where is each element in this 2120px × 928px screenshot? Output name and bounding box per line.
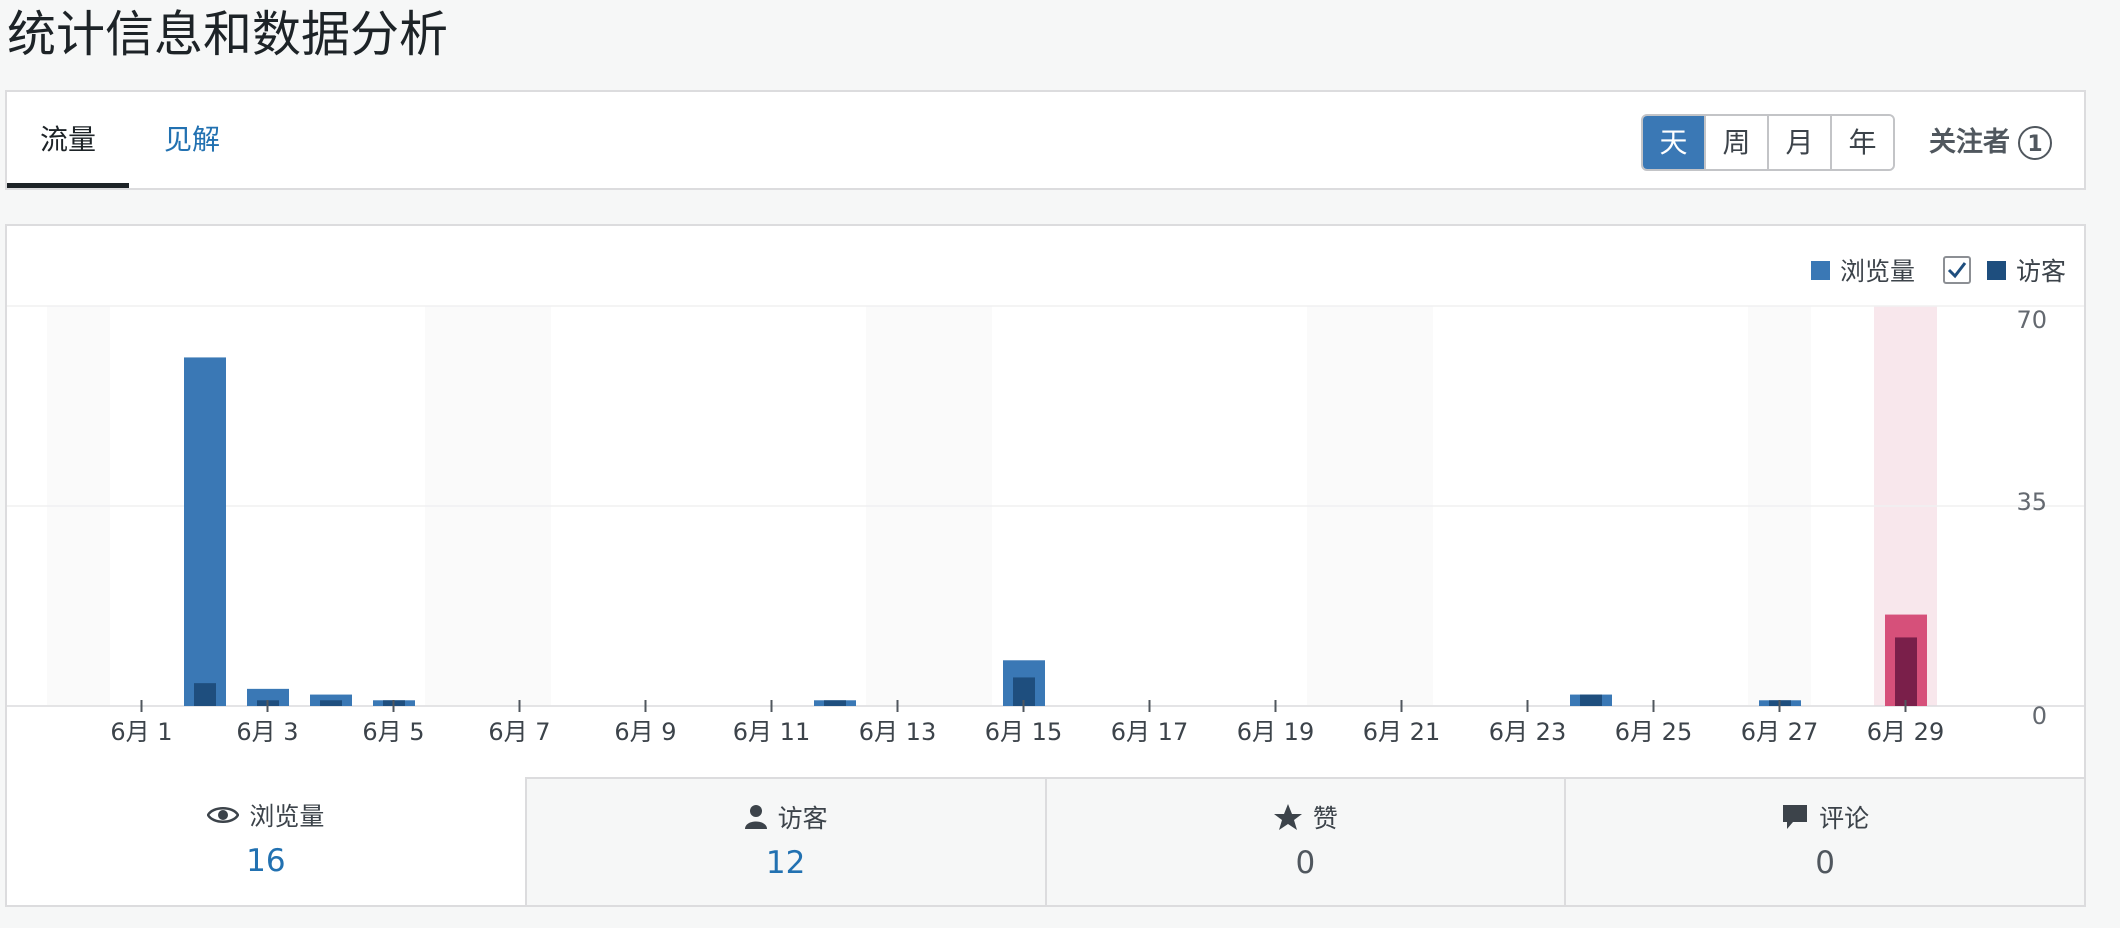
x-tick-label: 6月 3	[236, 718, 298, 746]
tile-likes-value: 0	[1295, 845, 1316, 881]
views-bar	[184, 357, 226, 706]
x-tick-label: 6月 15	[985, 718, 1062, 746]
x-tick-label: 6月 1	[110, 718, 172, 746]
tile-visitors[interactable]: 访客 12	[524, 777, 1045, 905]
period-selector: 天 周 月 年	[1641, 114, 1895, 171]
x-tick-label: 6月 7	[488, 718, 550, 746]
x-tick-label: 6月 11	[733, 718, 810, 746]
chart-legend: 浏览量 访客	[1783, 252, 2066, 288]
legend-visitors: 访客	[1942, 252, 2066, 288]
tile-comments-value: 0	[1815, 845, 1835, 881]
period-week-button[interactable]: 周	[1706, 116, 1769, 169]
tile-likes[interactable]: 赞 0	[1044, 777, 1565, 905]
x-tick-label: 6月 19	[1237, 718, 1314, 746]
tile-views-header: 浏览量	[7, 797, 525, 833]
tile-likes-label: 赞	[1312, 804, 1338, 833]
legend-views-swatch	[1810, 260, 1830, 280]
y-tick-label: 70	[2016, 306, 2047, 334]
x-tick-label: 6月 5	[362, 718, 424, 746]
visitors-bar	[824, 700, 846, 706]
visitors-bar	[1895, 637, 1917, 706]
legend-views-label: 浏览量	[1839, 257, 1915, 286]
x-tick-label: 6月 25	[1615, 718, 1692, 746]
tile-comments-header: 评论	[1566, 799, 2084, 835]
period-month-button[interactable]: 月	[1769, 116, 1832, 169]
visitors-bar	[194, 683, 216, 706]
x-tick-label: 6月 23	[1489, 718, 1566, 746]
tab-traffic[interactable]: 流量	[7, 92, 129, 188]
star-icon	[1273, 804, 1302, 830]
bar-chart: 0 35 70 6月 1 6月 3 6月 5 6月 7 6月 9 6月 11 6月 13 6月 15…	[7, 305, 2084, 746]
x-tick-label: 6月 29	[1867, 718, 1944, 746]
x-tick-label: 6月 9	[614, 718, 676, 746]
tile-views[interactable]: 浏览量 16	[7, 777, 525, 905]
tile-views-label: 浏览量	[249, 802, 325, 831]
legend-views: 浏览量	[1810, 252, 1915, 288]
tile-likes-header: 赞	[1047, 799, 1565, 835]
comment-icon	[1783, 805, 1808, 829]
summary-tiles: 浏览量 16 访客 12 赞 0 评论 0	[7, 777, 2084, 905]
period-year-button[interactable]: 年	[1832, 116, 1893, 169]
x-tick-label: 6月 17	[1111, 718, 1188, 746]
followers-link[interactable]: 关注者 1	[1929, 114, 2052, 171]
tab-insights[interactable]: 见解	[157, 92, 227, 188]
legend-visitors-swatch	[1986, 260, 2006, 280]
followers-label: 关注者	[1929, 127, 2010, 158]
person-icon	[744, 805, 767, 829]
x-tick-label: 6月 21	[1363, 718, 1440, 746]
tile-views-value: 16	[246, 843, 286, 879]
legend-visitors-label: 访客	[2015, 257, 2066, 286]
tile-visitors-label: 访客	[777, 804, 828, 833]
followers-count-badge: 1	[2018, 125, 2052, 160]
checkmark-icon	[1947, 262, 1967, 279]
y-tick-label: 0	[2032, 702, 2047, 730]
tile-visitors-value: 12	[765, 845, 806, 881]
visitors-bar	[1580, 694, 1602, 706]
visitors-checkbox[interactable]	[1942, 256, 1971, 284]
eye-icon	[207, 807, 240, 823]
page-title: 统计信息和数据分析	[7, 6, 449, 63]
tile-visitors-header: 访客	[527, 799, 1045, 835]
x-tick-label: 6月 27	[1741, 718, 1818, 746]
tile-comments[interactable]: 评论 0	[1564, 777, 2084, 905]
stats-nav: 流量 见解 天 周 月 年 关注者 1	[5, 90, 2086, 190]
y-tick-label: 35	[2016, 488, 2047, 516]
chart-card: 0 35 70 6月 1 6月 3 6月 5 6月 7 6月 9 6月 11 6月 13 6月 15…	[5, 224, 2086, 907]
tile-comments-label: 评论	[1819, 804, 1870, 833]
x-tick-label: 6月 13	[859, 718, 936, 746]
visitors-bar	[320, 700, 342, 706]
period-day-button[interactable]: 天	[1643, 116, 1706, 169]
